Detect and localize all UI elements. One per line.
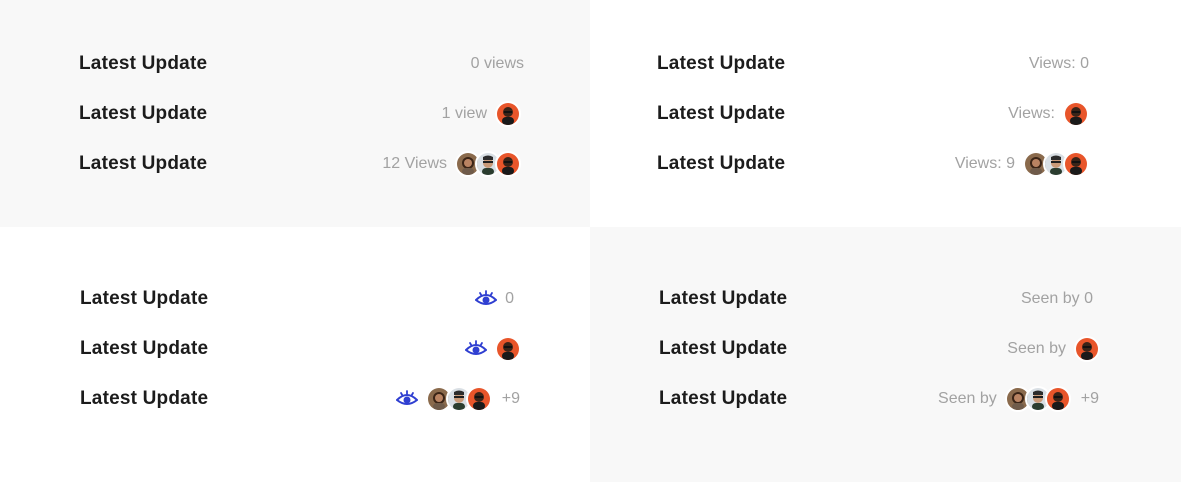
viewer-avatars[interactable] bbox=[425, 386, 492, 412]
view-meta: Views: bbox=[1008, 101, 1089, 127]
seen-by-label: Seen by bbox=[1007, 340, 1066, 357]
more-viewers-count[interactable]: +9 bbox=[1081, 390, 1099, 408]
view-meta: 12 Views bbox=[382, 151, 521, 177]
item-title: Latest Update bbox=[659, 338, 788, 359]
view-count-label: Views: bbox=[1008, 105, 1055, 122]
item-title: Latest Update bbox=[79, 53, 208, 74]
item-title: Latest Update bbox=[657, 103, 786, 124]
list-item[interactable]: Latest Update 0 views bbox=[79, 49, 524, 79]
panel-eye-icon: Latest Update 0 Latest Update Latest Upd… bbox=[0, 227, 590, 482]
view-count-label: Views: 0 bbox=[1028, 55, 1089, 72]
seen-by-label: Seen by 0 bbox=[1020, 290, 1093, 307]
item-title: Latest Update bbox=[79, 153, 208, 174]
avatar bbox=[495, 336, 521, 362]
viewer-avatars[interactable] bbox=[455, 151, 521, 177]
view-count-label: Views: 9 bbox=[954, 155, 1015, 172]
viewer-avatars[interactable] bbox=[1063, 101, 1089, 127]
view-meta bbox=[465, 336, 521, 362]
view-meta: Seen by bbox=[1007, 336, 1100, 362]
avatar bbox=[1063, 151, 1089, 177]
list-item[interactable]: Latest Update +9 bbox=[80, 384, 520, 414]
panel-views-colon: Latest Update Views: 0 Latest Update Vie… bbox=[590, 0, 1181, 227]
list-item[interactable]: Latest Update Seen by 0 bbox=[659, 284, 1093, 314]
list-item[interactable]: Latest Update bbox=[80, 334, 521, 364]
list-item[interactable]: Latest Update Seen by +9 bbox=[659, 384, 1099, 414]
list-item[interactable]: Latest Update Views: 0 bbox=[657, 49, 1089, 79]
item-title: Latest Update bbox=[79, 103, 208, 124]
view-meta: 1 view bbox=[442, 101, 521, 127]
seen-by-label: Seen by bbox=[938, 390, 997, 407]
eye-icon bbox=[475, 290, 497, 308]
view-count-label: 1 view bbox=[441, 105, 487, 122]
panel-views-count: Latest Update 0 views Latest Update 1 vi… bbox=[0, 0, 590, 227]
item-title: Latest Update bbox=[659, 388, 788, 409]
view-count-label: 0 views bbox=[470, 55, 524, 72]
view-meta: Seen by 0 bbox=[1021, 290, 1093, 308]
list-item[interactable]: Latest Update Views: 9 bbox=[657, 149, 1089, 179]
viewer-avatars[interactable] bbox=[1023, 151, 1089, 177]
view-meta: Seen by +9 bbox=[938, 386, 1099, 412]
eye-icon bbox=[465, 340, 487, 358]
viewer-avatars[interactable] bbox=[1074, 336, 1100, 362]
item-title: Latest Update bbox=[657, 153, 786, 174]
viewer-avatars[interactable] bbox=[1004, 386, 1071, 412]
avatar bbox=[1074, 336, 1100, 362]
more-viewers-count[interactable]: +9 bbox=[502, 390, 520, 408]
list-item[interactable]: Latest Update 1 view bbox=[79, 99, 521, 129]
view-count-label: 0 bbox=[505, 290, 514, 307]
avatar bbox=[1044, 386, 1071, 412]
avatar bbox=[465, 386, 492, 412]
viewer-avatars[interactable] bbox=[495, 336, 521, 362]
list-item[interactable]: Latest Update Seen by bbox=[659, 334, 1100, 364]
item-title: Latest Update bbox=[80, 388, 209, 409]
avatar bbox=[495, 151, 521, 177]
list-item[interactable]: Latest Update 0 bbox=[80, 284, 514, 314]
item-title: Latest Update bbox=[80, 338, 209, 359]
view-meta: 0 bbox=[475, 290, 514, 308]
list-item[interactable]: Latest Update Views: bbox=[657, 99, 1089, 129]
view-meta: +9 bbox=[396, 386, 520, 412]
item-title: Latest Update bbox=[657, 53, 786, 74]
item-title: Latest Update bbox=[659, 288, 788, 309]
eye-icon bbox=[396, 390, 418, 408]
view-meta: Views: 0 bbox=[1029, 55, 1089, 73]
list-item[interactable]: Latest Update 12 Views bbox=[79, 149, 521, 179]
viewer-avatars[interactable] bbox=[495, 101, 521, 127]
view-count-label: 12 Views bbox=[382, 155, 447, 172]
avatar bbox=[495, 101, 521, 127]
avatar bbox=[1063, 101, 1089, 127]
view-meta: Views: 9 bbox=[955, 151, 1089, 177]
view-meta: 0 views bbox=[471, 55, 524, 73]
panel-seen-by: Latest Update Seen by 0 Latest Update Se… bbox=[590, 227, 1181, 482]
item-title: Latest Update bbox=[80, 288, 209, 309]
